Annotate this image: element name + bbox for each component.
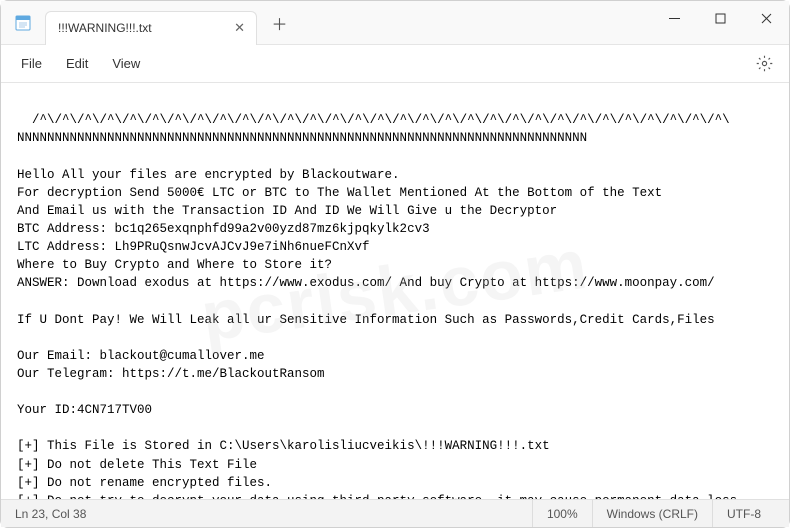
titlebar: !!!WARNING!!!.txt ✕ ＋	[1, 1, 789, 45]
line-22: [+] Do not try to decrypt your data usin…	[17, 494, 745, 499]
gear-icon[interactable]	[747, 49, 781, 79]
status-encoding[interactable]: UTF-8	[712, 500, 775, 527]
line-15: Our Telegram: https://t.me/BlackoutRanso…	[17, 367, 325, 381]
menu-file[interactable]: File	[9, 50, 54, 77]
watermark: pcrisk.com	[195, 214, 595, 369]
minimize-button[interactable]	[651, 1, 697, 37]
line-12: If U Dont Pay! We Will Leak all ur Sensi…	[17, 313, 715, 327]
menu-view[interactable]: View	[100, 50, 152, 77]
status-line-ending[interactable]: Windows (CRLF)	[592, 500, 712, 527]
line-4: Hello All your files are encrypted by Bl…	[17, 168, 400, 182]
notepad-app-icon	[13, 13, 33, 33]
line-8: LTC Address: Lh9PRuQsnwJcvAJCvJ9e7iNh6nu…	[17, 240, 370, 254]
line-10: ANSWER: Download exodus at https://www.e…	[17, 276, 715, 290]
statusbar: Ln 23, Col 38 100% Windows (CRLF) UTF-8	[1, 499, 789, 527]
line-1: /^\/^\/^\/^\/^\/^\/^\/^\/^\/^\/^\/^\/^\/…	[32, 113, 730, 127]
status-cursor-position: Ln 23, Col 38	[15, 500, 100, 527]
line-17: Your ID:4CN717TV00	[17, 403, 152, 417]
menubar: File Edit View	[1, 45, 789, 83]
line-9: Where to Buy Crypto and Where to Store i…	[17, 258, 332, 272]
line-6: And Email us with the Transaction ID And…	[17, 204, 557, 218]
line-20: [+] Do not delete This Text File	[17, 458, 257, 472]
line-14: Our Email: blackout@cumallover.me	[17, 349, 265, 363]
menu-edit[interactable]: Edit	[54, 50, 100, 77]
close-window-button[interactable]	[743, 1, 789, 37]
text-editor-area[interactable]: pcrisk.com /^\/^\/^\/^\/^\/^\/^\/^\/^\/^\…	[1, 83, 789, 499]
line-5: For decryption Send 5000€ LTC or BTC to …	[17, 186, 662, 200]
document-tab[interactable]: !!!WARNING!!!.txt ✕	[45, 11, 257, 45]
new-tab-button[interactable]: ＋	[265, 8, 295, 38]
line-7: BTC Address: bc1q265exqnphfd99a2v00yzd87…	[17, 222, 430, 236]
line-19: [+] This File is Stored in C:\Users\karo…	[17, 439, 550, 453]
close-tab-icon[interactable]: ✕	[232, 20, 248, 36]
maximize-button[interactable]	[697, 1, 743, 37]
status-zoom[interactable]: 100%	[532, 500, 592, 527]
line-2: NNNNNNNNNNNNNNNNNNNNNNNNNNNNNNNNNNNNNNNN…	[17, 131, 587, 145]
window-controls	[651, 1, 789, 45]
line-21: [+] Do not rename encrypted files.	[17, 476, 272, 490]
tab-title: !!!WARNING!!!.txt	[58, 21, 152, 35]
